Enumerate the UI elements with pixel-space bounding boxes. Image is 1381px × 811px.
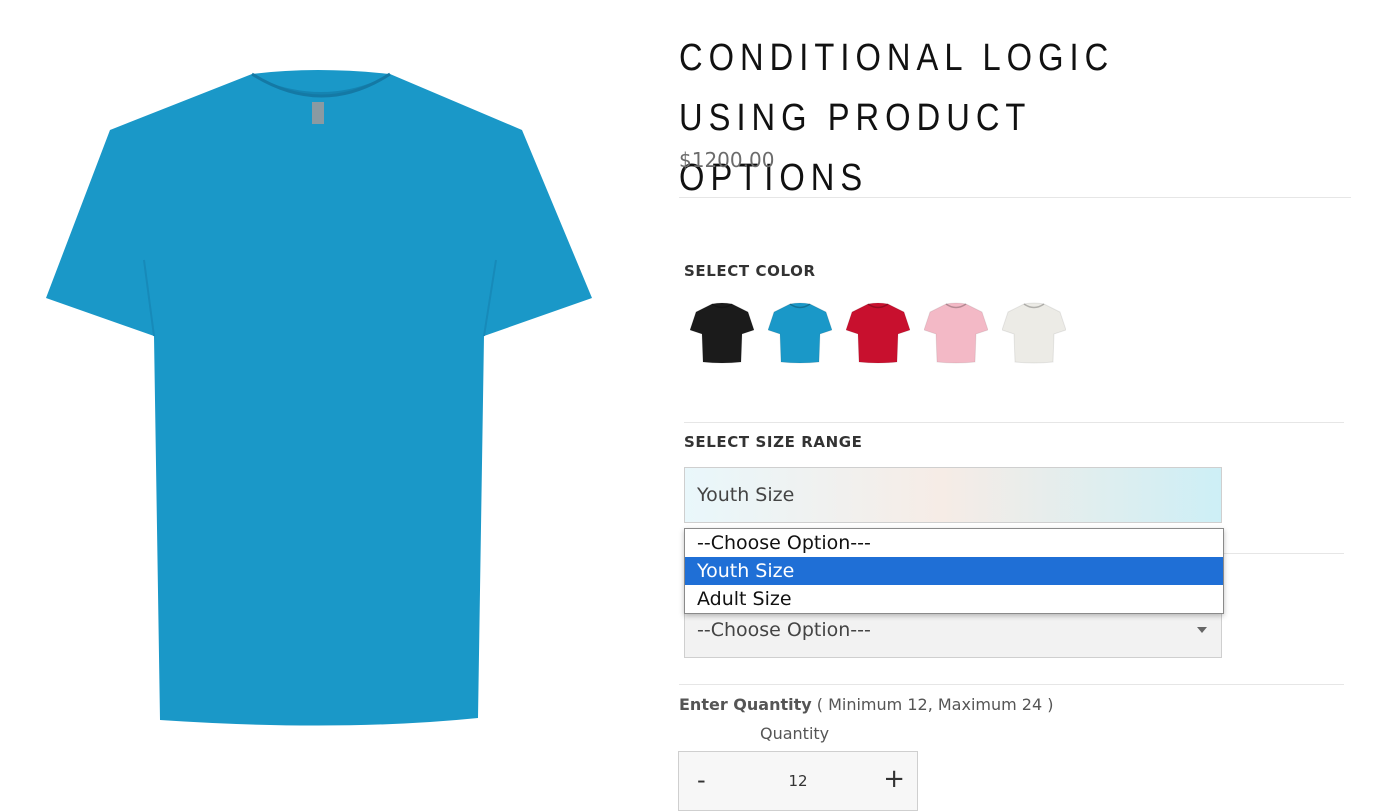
color-swatch-teal[interactable]: [768, 296, 832, 368]
dropdown-option[interactable]: Adult Size: [685, 585, 1223, 613]
tshirt-pink-icon: [924, 302, 988, 364]
quantity-input[interactable]: 12: [679, 772, 917, 790]
select-size-range-label: SELECT SIZE RANGE: [684, 433, 863, 451]
tshirt-image-icon: [46, 70, 592, 726]
color-swatch-black[interactable]: [690, 296, 754, 368]
divider: [679, 197, 1351, 198]
divider: [679, 684, 1344, 685]
color-swatch-white[interactable]: [1002, 296, 1066, 368]
product-price: $1200.00: [679, 148, 775, 172]
color-swatch-pink[interactable]: [924, 296, 988, 368]
quantity-caption: Quantity: [760, 724, 830, 743]
chevron-down-icon: [1197, 627, 1207, 633]
divider: [684, 422, 1344, 423]
tshirt-red-icon: [846, 302, 910, 364]
tshirt-white-icon: [1002, 302, 1066, 364]
color-swatch-red[interactable]: [846, 296, 910, 368]
select-color-label: SELECT COLOR: [684, 262, 816, 280]
dropdown-option[interactable]: Youth Size: [685, 557, 1223, 585]
product-image: [40, 60, 600, 740]
quantity-label: Enter Quantity ( Minimum 12, Maximum 24 …: [679, 695, 1053, 714]
quantity-stepper: - 12 +: [678, 751, 918, 811]
size-range-select[interactable]: Youth Size: [684, 467, 1222, 523]
dropdown-option[interactable]: --Choose Option---: [685, 529, 1223, 557]
tshirt-teal-icon: [768, 302, 832, 364]
tshirt-black-icon: [690, 302, 754, 364]
size-range-dropdown-list: --Choose Option--- Youth Size Adult Size: [684, 528, 1224, 614]
increment-button[interactable]: +: [883, 764, 905, 794]
second-option-value: --Choose Option---: [697, 619, 871, 641]
product-title: CONDITIONAL LOGIC USING PRODUCT OPTIONS: [679, 37, 1115, 199]
quantity-hint: ( Minimum 12, Maximum 24 ): [816, 695, 1054, 714]
quantity-label-text: Enter Quantity: [679, 695, 812, 714]
color-swatches: [690, 296, 1066, 368]
size-range-value: Youth Size: [697, 484, 795, 506]
